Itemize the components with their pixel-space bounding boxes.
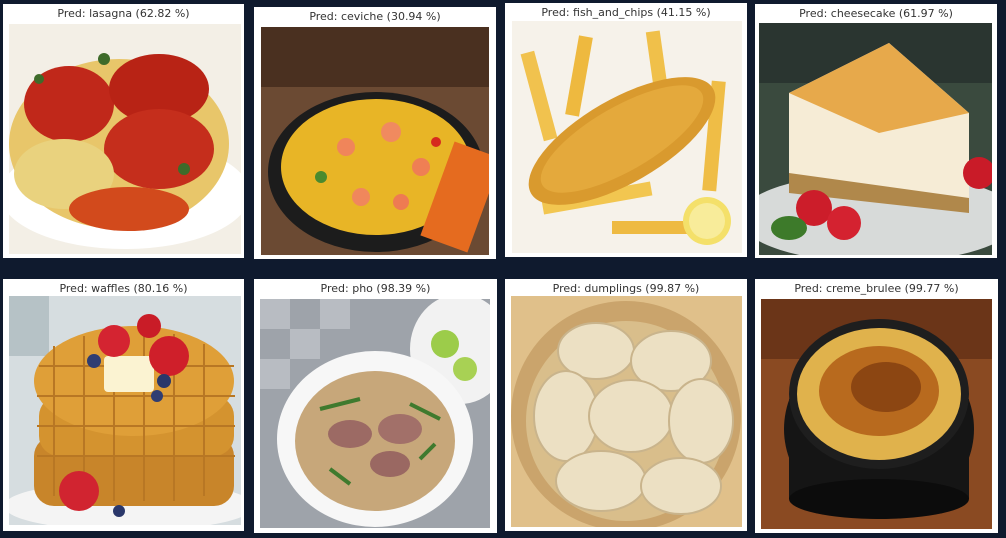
prediction-caption: Pred: dumplings (99.87 %) (552, 282, 700, 295)
prediction-panel-pho: Pred: pho (98.39 %) (254, 279, 497, 533)
food-image-waffles (9, 296, 241, 525)
food-image-fish-and-chips (512, 21, 742, 253)
food-image-pho (260, 299, 490, 528)
prediction-caption: Pred: cheesecake (61.97 %) (799, 7, 953, 20)
prediction-caption: Pred: waffles (80.16 %) (59, 282, 188, 295)
prediction-panel-waffles: Pred: waffles (80.16 %) (3, 279, 244, 531)
prediction-panel-creme-brulee: Pred: creme_brulee (99.77 %) (755, 279, 998, 533)
prediction-panel-lasagna: Pred: lasagna (62.82 %) (3, 4, 244, 258)
prediction-caption: Pred: creme_brulee (99.77 %) (794, 282, 959, 295)
prediction-panel-fish-and-chips: Pred: fish_and_chips (41.15 %) (505, 3, 747, 257)
prediction-caption: Pred: pho (98.39 %) (320, 282, 431, 295)
prediction-panel-cheesecake: Pred: cheesecake (61.97 %) (755, 4, 997, 258)
prediction-caption: Pred: fish_and_chips (41.15 %) (541, 6, 711, 19)
prediction-caption: Pred: lasagna (62.82 %) (57, 7, 190, 20)
prediction-caption: Pred: ceviche (30.94 %) (309, 10, 441, 23)
food-image-lasagna (9, 24, 241, 254)
food-image-ceviche (261, 27, 489, 255)
prediction-panel-dumplings: Pred: dumplings (99.87 %) (505, 279, 747, 531)
food-image-creme-brulee (761, 299, 992, 529)
prediction-panel-ceviche: Pred: ceviche (30.94 %) (254, 7, 496, 259)
food-image-cheesecake (759, 23, 992, 255)
food-image-dumplings (511, 296, 742, 527)
